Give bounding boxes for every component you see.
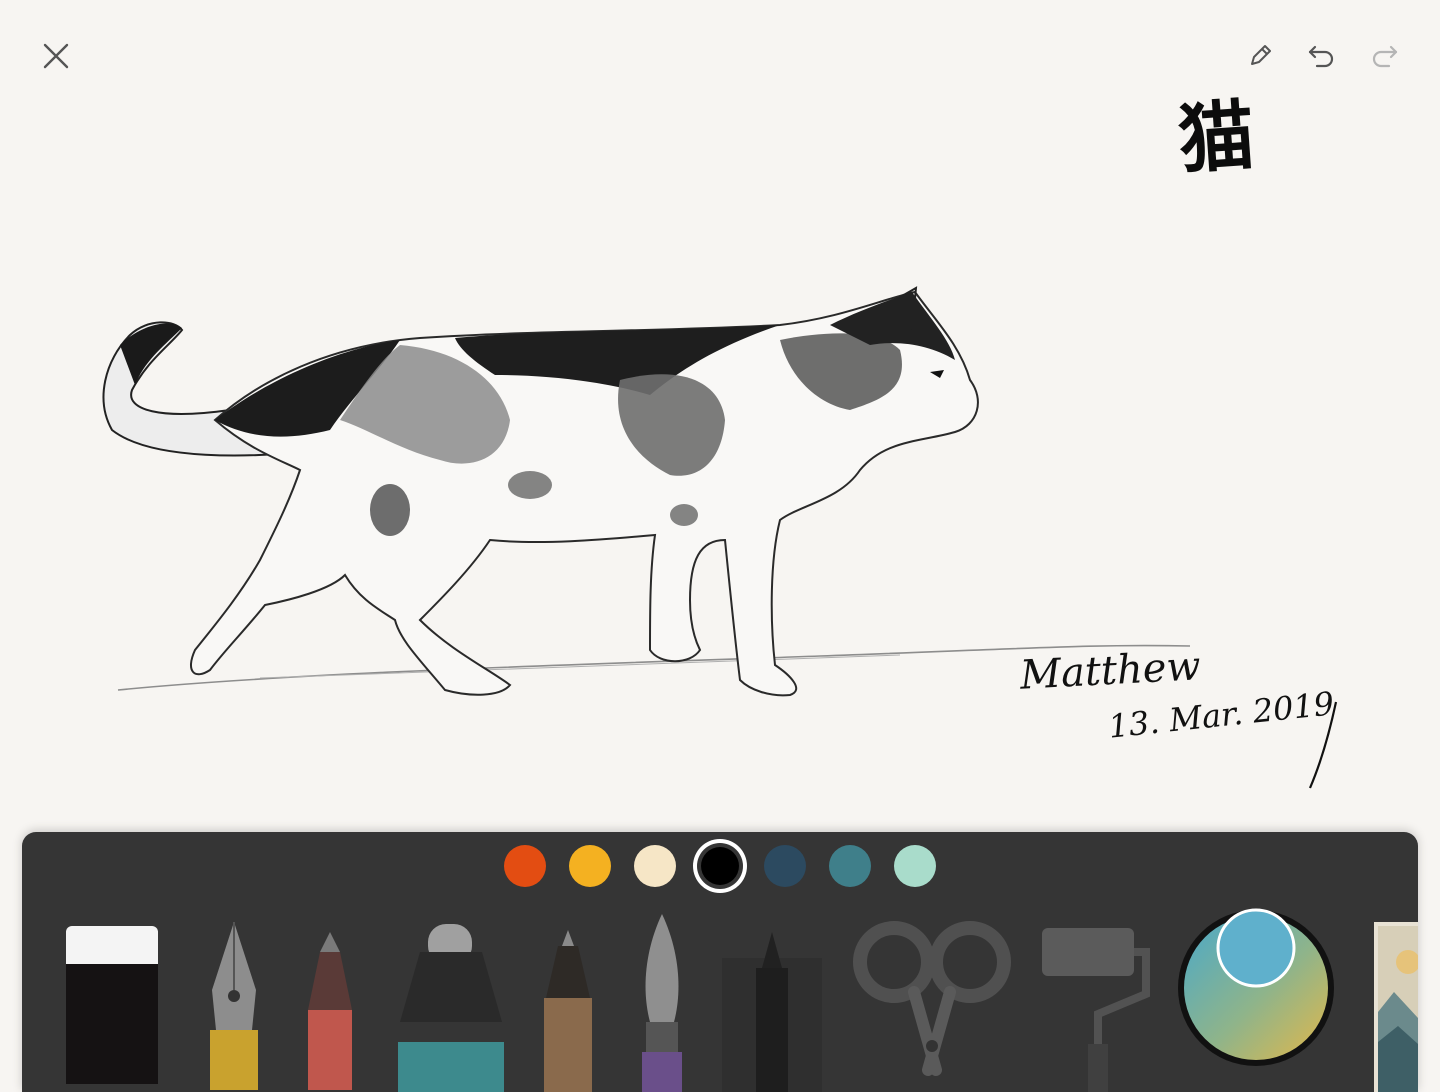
watercolor-brush-tool[interactable] <box>634 912 690 1092</box>
eraser-icon <box>66 926 158 1084</box>
color-wheel-icon <box>1178 908 1334 1066</box>
marker-tool[interactable] <box>396 922 506 1092</box>
outliner-tool[interactable] <box>540 928 596 1092</box>
color-swatch[interactable] <box>829 845 871 887</box>
brush-icon <box>642 914 682 1092</box>
fountain-pen-icon <box>210 922 258 1090</box>
ink-pen-icon <box>722 932 822 1092</box>
pencil-tool[interactable] <box>302 930 358 1090</box>
signature-stroke <box>1308 701 1338 789</box>
color-swatch[interactable] <box>569 845 611 887</box>
landscape-thumbnail-icon <box>1374 922 1418 1092</box>
eraser-tool[interactable] <box>64 924 160 1084</box>
gallery-thumbnail[interactable] <box>1374 922 1418 1092</box>
ink-pen-tool[interactable] <box>722 928 822 1092</box>
outliner-icon <box>544 930 592 1092</box>
color-mixer[interactable] <box>1176 908 1336 1068</box>
pencil-icon <box>308 932 352 1090</box>
scissors-icon <box>853 921 1011 1076</box>
color-swatch[interactable] <box>504 845 546 887</box>
color-palette <box>22 832 1418 902</box>
tool-tray <box>22 832 1418 1092</box>
signature-name: Matthew <box>1018 643 1202 699</box>
color-swatch[interactable] <box>764 845 806 887</box>
drawing-canvas[interactable]: 猫 Matthew 13. Mar. 2019 <box>0 0 1440 1092</box>
scissors-tool[interactable] <box>852 920 1012 1092</box>
color-swatch[interactable] <box>634 845 676 887</box>
roller-icon <box>1042 928 1150 1092</box>
fountain-pen-tool[interactable] <box>206 920 262 1090</box>
color-swatch[interactable] <box>894 845 936 887</box>
paint-roller-tool[interactable] <box>1038 924 1154 1092</box>
marker-icon <box>398 924 504 1092</box>
color-swatch[interactable] <box>701 847 739 885</box>
